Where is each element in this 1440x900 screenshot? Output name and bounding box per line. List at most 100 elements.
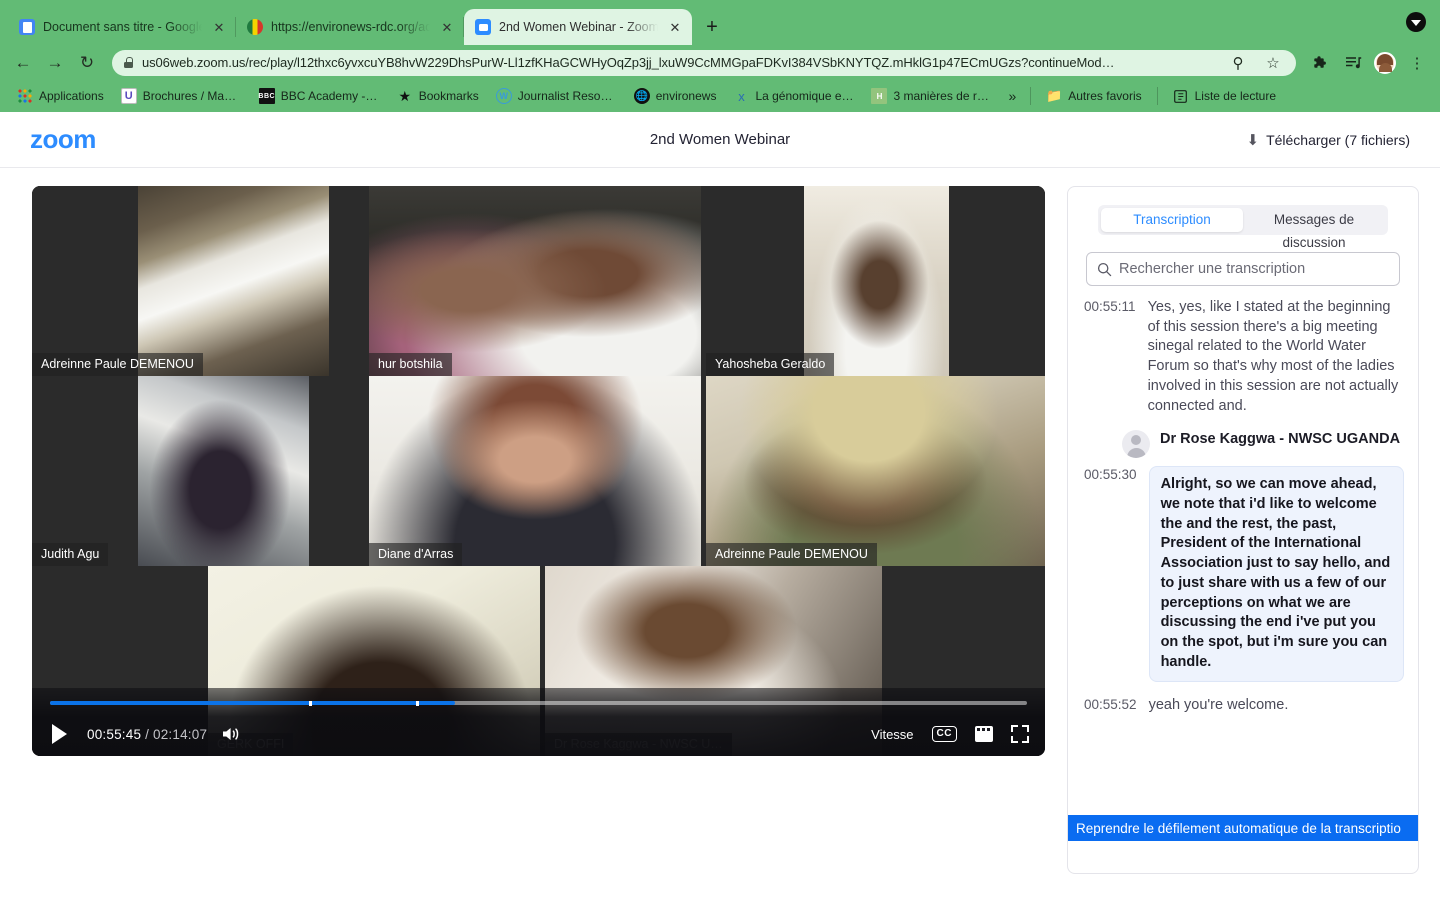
bookmark-label: BBC Academy - P… bbox=[280, 89, 380, 103]
star-icon[interactable]: ☆ bbox=[1260, 50, 1286, 76]
video-player[interactable]: Adreinne Paule DEMENOU hur botshila Yaho… bbox=[32, 186, 1045, 756]
video-tile-hur-botshila[interactable]: hur botshila bbox=[369, 186, 706, 376]
controls-row: 00:55:45 / 02:14:07 Vitesse CC bbox=[48, 724, 1029, 744]
new-tab-button[interactable]: + bbox=[698, 13, 726, 41]
cc-icon[interactable]: CC bbox=[931, 726, 957, 742]
folder-icon: 📁 bbox=[1046, 88, 1063, 103]
browser-tab-0[interactable]: Document sans titre - Google D ✕ bbox=[8, 9, 236, 45]
profile-avatar[interactable] bbox=[1370, 48, 1400, 78]
address-bar[interactable]: us06web.zoom.us/rec/play/l12thxc6yvxcuYB… bbox=[112, 49, 1296, 76]
video-grid-row-1: Adreinne Paule DEMENOU hur botshila Yaho… bbox=[32, 186, 1045, 376]
video-thumbnail bbox=[138, 376, 309, 566]
close-icon[interactable]: ✕ bbox=[210, 18, 228, 36]
entry-timestamp: 00:55:52 bbox=[1084, 696, 1137, 712]
download-arrow-icon: ⬇ bbox=[1246, 131, 1260, 149]
back-button[interactable]: ← bbox=[8, 48, 38, 78]
participant-name: Adreinne Paule DEMENOU bbox=[706, 543, 877, 566]
entry-text: Alright, so we can move ahead, we note t… bbox=[1148, 466, 1404, 682]
entry-text: Yes, yes, like I stated at the beginning… bbox=[1147, 299, 1399, 414]
app-body: Adreinne Paule DEMENOU hur botshila Yaho… bbox=[0, 168, 1440, 900]
volume-icon[interactable] bbox=[221, 724, 243, 744]
dna-icon: x bbox=[738, 88, 745, 104]
bookmark-applications[interactable]: Applications bbox=[10, 85, 111, 107]
video-thumbnail bbox=[706, 376, 1045, 566]
bookmark-bookmarks[interactable]: ★ Bookmarks bbox=[390, 85, 486, 107]
video-thumbnail bbox=[369, 186, 701, 376]
search-input[interactable]: Rechercher une transcription bbox=[1086, 252, 1400, 286]
bookmark-label: 3 manières de ren… bbox=[893, 89, 993, 103]
search-icon bbox=[1097, 262, 1112, 277]
tab-title: https://environews-rdc.org/adm bbox=[271, 20, 430, 34]
bbc-icon: BBC bbox=[258, 88, 275, 104]
chrome-menu-icon[interactable]: ⋮ bbox=[1402, 48, 1432, 78]
download-label: Télécharger (7 fichiers) bbox=[1266, 131, 1410, 148]
play-icon[interactable] bbox=[52, 724, 67, 744]
video-tile-diane-darras[interactable]: Diane d'Arras bbox=[369, 376, 706, 566]
bookmark-label: Brochures / Maga… bbox=[142, 89, 242, 103]
participant-name: hur botshila bbox=[369, 353, 452, 376]
video-tile-adreinne-paule-demenou-1[interactable]: Adreinne Paule DEMENOU bbox=[32, 186, 369, 376]
tab-strip: Document sans titre - Google D ✕ https:/… bbox=[0, 0, 1440, 45]
bookmark-wikihow[interactable]: H 3 manières de ren… bbox=[864, 85, 999, 107]
extensions-puzzle-icon[interactable] bbox=[1306, 48, 1336, 78]
zoom-logo[interactable]: zoom bbox=[30, 124, 96, 155]
bookmark-environews[interactable]: 🌐 environews bbox=[627, 85, 724, 107]
caret-down-icon[interactable] bbox=[1406, 12, 1426, 32]
avatar bbox=[1122, 430, 1150, 459]
transcript-entry-2[interactable]: 00:55:52 yeah you're welcome. bbox=[1084, 696, 1404, 716]
browser-tab-2[interactable]: 2nd Women Webinar - Zoom ✕ bbox=[464, 9, 692, 45]
video-grid-row-2: Judith Agu Diane d'Arras Adreinne Paule … bbox=[32, 376, 1045, 566]
other-bookmarks-folder[interactable]: 📁 Autres favoris bbox=[1039, 85, 1148, 107]
participant-name: Judith Agu bbox=[32, 543, 109, 566]
player-controls: 00:55:45 / 02:14:07 Vitesse CC bbox=[32, 688, 1045, 756]
reading-list-icon[interactable] bbox=[1338, 48, 1368, 78]
video-thumbnail bbox=[138, 186, 329, 376]
key-icon[interactable]: ⚲ bbox=[1225, 50, 1251, 76]
bookmark-journalist-resources[interactable]: W Journalist Resour… bbox=[489, 85, 624, 107]
bookmark-brochures[interactable]: U Brochures / Maga… bbox=[114, 85, 249, 107]
chapter-marker bbox=[416, 700, 420, 706]
entry-timestamp: 00:55:30 bbox=[1084, 467, 1137, 483]
close-icon[interactable]: ✕ bbox=[438, 18, 456, 36]
tab-chat[interactable]: Messages de discussion bbox=[1243, 208, 1385, 250]
time-display: 00:55:45 / 02:14:07 bbox=[87, 727, 207, 742]
url-text: us06web.zoom.us/rec/play/l12thxc6yvxcuYB… bbox=[142, 55, 1115, 70]
bookmark-bbc-academy[interactable]: BBC BBC Academy - P… bbox=[252, 85, 387, 107]
fullscreen-icon[interactable] bbox=[1011, 725, 1029, 743]
download-button[interactable]: ⬇ Télécharger (7 fichiers) bbox=[1246, 131, 1410, 149]
layout-icon[interactable] bbox=[975, 726, 993, 742]
progress-bar[interactable] bbox=[50, 700, 1027, 706]
bookmark-genomique[interactable]: x La génomique en… bbox=[726, 85, 861, 107]
speed-button[interactable]: Vitesse bbox=[871, 727, 913, 742]
entry-timestamp: 00:55:11 bbox=[1084, 299, 1136, 314]
video-thumbnail bbox=[804, 186, 949, 376]
resume-autoscroll-button[interactable]: Reprendre le défilement automatique de l… bbox=[1068, 815, 1418, 841]
divider bbox=[1030, 87, 1032, 105]
star-icon: ★ bbox=[398, 87, 411, 104]
browser-chrome: Document sans titre - Google D ✕ https:/… bbox=[0, 0, 1440, 112]
globe-icon: 🌐 bbox=[633, 88, 650, 104]
total-time: 02:14:07 bbox=[153, 726, 208, 742]
reading-list-button[interactable]: Liste de lecture bbox=[1166, 85, 1283, 107]
bookmarks-overflow-button[interactable]: » bbox=[1002, 86, 1022, 106]
tab-title: Document sans titre - Google D bbox=[43, 20, 202, 34]
video-tile-yahosheba-geraldo[interactable]: Yahosheba Geraldo bbox=[706, 186, 1045, 376]
video-tile-adreinne-paule-demenou-2[interactable]: Adreinne Paule DEMENOU bbox=[706, 376, 1045, 566]
close-icon[interactable]: ✕ bbox=[666, 18, 684, 36]
video-tile-judith-agu[interactable]: Judith Agu bbox=[32, 376, 369, 566]
tab-transcription[interactable]: Transcription bbox=[1101, 208, 1243, 232]
participant-name: Diane d'Arras bbox=[369, 543, 463, 566]
current-time: 00:55:45 bbox=[87, 726, 142, 742]
reload-button[interactable]: ↻ bbox=[72, 48, 102, 78]
bookmark-label: Journalist Resour… bbox=[517, 89, 617, 103]
participant-name: Adreinne Paule DEMENOU bbox=[32, 353, 203, 376]
page-title: 2nd Women Webinar bbox=[649, 131, 791, 148]
transcript-list[interactable]: 00:55:11 Yes, yes, like I stated at the … bbox=[1068, 286, 1418, 873]
tab-chat-label-overflow: discussion bbox=[1282, 235, 1346, 250]
google-docs-icon bbox=[19, 19, 35, 35]
transcript-entry-0[interactable]: 00:55:11 Yes, yes, like I stated at the … bbox=[1084, 298, 1404, 416]
environews-icon bbox=[247, 19, 263, 35]
transcript-entry-1[interactable]: 00:55:30 Alright, so we can move ahead, … bbox=[1084, 466, 1404, 682]
forward-button[interactable]: → bbox=[40, 48, 70, 78]
browser-tab-1[interactable]: https://environews-rdc.org/adm ✕ bbox=[236, 9, 464, 45]
